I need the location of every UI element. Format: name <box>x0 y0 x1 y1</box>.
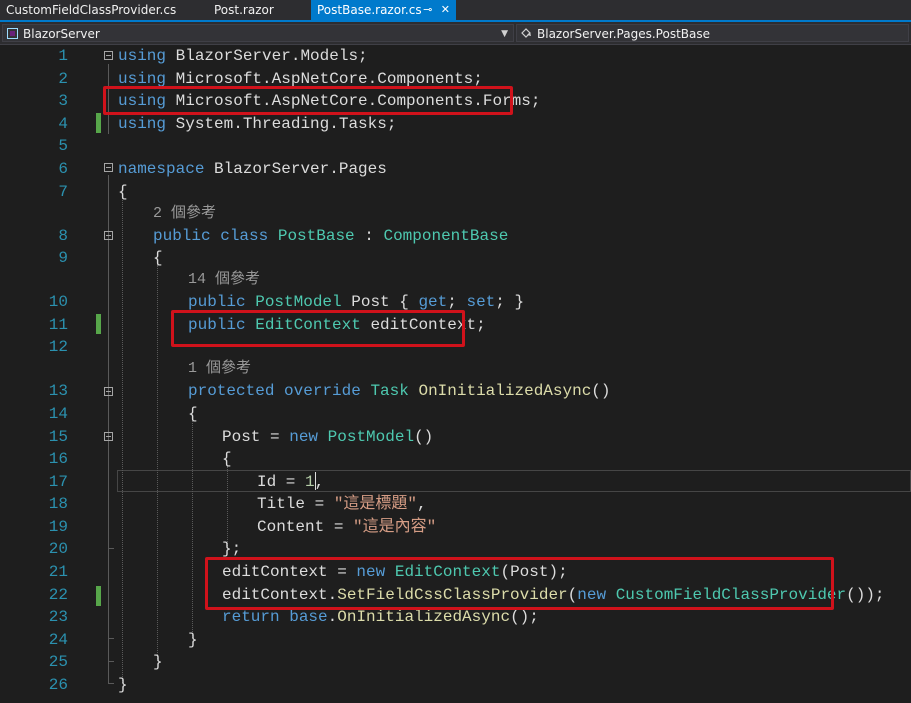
line-number: 19 <box>48 518 68 536</box>
pin-icon[interactable]: ⊸ <box>423 3 432 16</box>
line-number: 14 <box>48 405 68 423</box>
code-text[interactable]: public class PostBase : ComponentBase <box>153 225 508 247</box>
code-text[interactable]: { <box>188 403 198 425</box>
line-number: 9 <box>58 249 68 267</box>
code-line: 15 Post = new PostModel() <box>0 426 911 448</box>
code-line: 9 { <box>0 247 911 269</box>
line-number: 10 <box>48 293 68 311</box>
code-line: 24 } <box>0 629 911 651</box>
text-caret <box>315 472 316 490</box>
line-number: 22 <box>48 586 68 604</box>
line-number: 4 <box>58 115 68 133</box>
line-number: 13 <box>48 382 68 400</box>
tab-post-razor[interactable]: Post.razor <box>214 0 274 20</box>
line-number: 21 <box>48 563 68 581</box>
document-tab-strip: CustomFieldClassProvider.cs Post.razor P… <box>0 0 911 22</box>
code-line: 13 protected override Task OnInitialized… <box>0 380 911 402</box>
annotation-box-editcontext-field <box>171 310 465 347</box>
code-text[interactable]: Post = new PostModel() <box>222 426 433 448</box>
tab-postbase-razor-cs[interactable]: PostBase.razor.cs ⊸ ✕ <box>311 0 456 20</box>
close-icon[interactable]: ✕ <box>441 3 450 16</box>
line-number: 5 <box>58 137 68 155</box>
codelens-references[interactable]: 2 個參考 <box>153 204 216 224</box>
project-dropdown[interactable]: BlazorServer ▼ <box>2 24 514 42</box>
code-text[interactable]: } <box>153 651 163 673</box>
type-scope-dropdown[interactable]: BlazorServer.Pages.PostBase <box>516 24 909 42</box>
code-line: 8 public class PostBase : ComponentBase <box>0 225 911 247</box>
code-text[interactable]: Content = "這是內容" <box>257 516 436 538</box>
annotation-box-forms-using <box>103 86 513 115</box>
class-icon <box>521 28 531 38</box>
code-line: 5 <box>0 135 911 157</box>
line-number: 16 <box>48 450 68 468</box>
chevron-down-icon: ▼ <box>501 29 508 39</box>
codelens-references[interactable]: 1 個參考 <box>188 359 251 379</box>
line-number: 3 <box>58 92 68 110</box>
code-line: 1 using BlazorServer.Models; <box>0 45 911 67</box>
code-text[interactable]: Title = "這是標題", <box>257 493 427 515</box>
annotation-box-editcontext-setup <box>205 557 834 610</box>
line-number: 6 <box>58 160 68 178</box>
code-text[interactable]: using System.Threading.Tasks; <box>118 113 396 135</box>
line-number: 26 <box>48 676 68 694</box>
tab-label: PostBase.razor.cs <box>317 3 422 17</box>
line-number: 12 <box>48 338 68 356</box>
line-number: 24 <box>48 631 68 649</box>
code-text[interactable]: { <box>118 181 128 203</box>
line-number: 2 <box>58 70 68 88</box>
line-number: 25 <box>48 653 68 671</box>
code-text[interactable]: { <box>222 448 232 470</box>
line-number: 11 <box>48 316 68 334</box>
code-text[interactable]: namespace BlazorServer.Pages <box>118 158 387 180</box>
code-line: 26 } <box>0 674 911 696</box>
code-text[interactable]: } <box>118 674 128 696</box>
line-number: 15 <box>48 428 68 446</box>
line-number: 23 <box>48 608 68 626</box>
tab-custom-field-class-provider[interactable]: CustomFieldClassProvider.cs <box>6 0 176 20</box>
code-text[interactable]: } <box>188 629 198 651</box>
code-text[interactable]: { <box>153 247 163 269</box>
line-number: 18 <box>48 495 68 513</box>
code-line: 14 { <box>0 403 911 425</box>
csharp-project-icon <box>7 28 18 39</box>
code-line: 6 namespace BlazorServer.Pages <box>0 158 911 180</box>
project-name: BlazorServer <box>23 27 100 41</box>
line-number: 17 <box>48 473 68 491</box>
scope-name: BlazorServer.Pages.PostBase <box>537 27 711 41</box>
line-number: 20 <box>48 540 68 558</box>
code-text[interactable]: protected override Task OnInitializedAsy… <box>188 380 611 402</box>
line-number: 1 <box>58 47 68 65</box>
line-number: 7 <box>58 183 68 201</box>
code-line: 18 Title = "這是標題", <box>0 493 911 515</box>
code-line: 7 { <box>0 181 911 203</box>
code-line: 4 using System.Threading.Tasks; <box>0 113 911 135</box>
code-line: 16 { <box>0 448 911 470</box>
code-editor[interactable]: 1 using BlazorServer.Models; 2 using Mic… <box>0 45 911 703</box>
code-text[interactable]: using BlazorServer.Models; <box>118 45 368 67</box>
code-line: 25 } <box>0 651 911 673</box>
code-line: 19 Content = "這是內容" <box>0 516 911 538</box>
codelens-references[interactable]: 14 個參考 <box>188 270 260 290</box>
code-line: 17 Id = 1, <box>0 471 911 493</box>
navigation-bar: BlazorServer ▼ BlazorServer.Pages.PostBa… <box>0 22 911 45</box>
line-number: 8 <box>58 227 68 245</box>
